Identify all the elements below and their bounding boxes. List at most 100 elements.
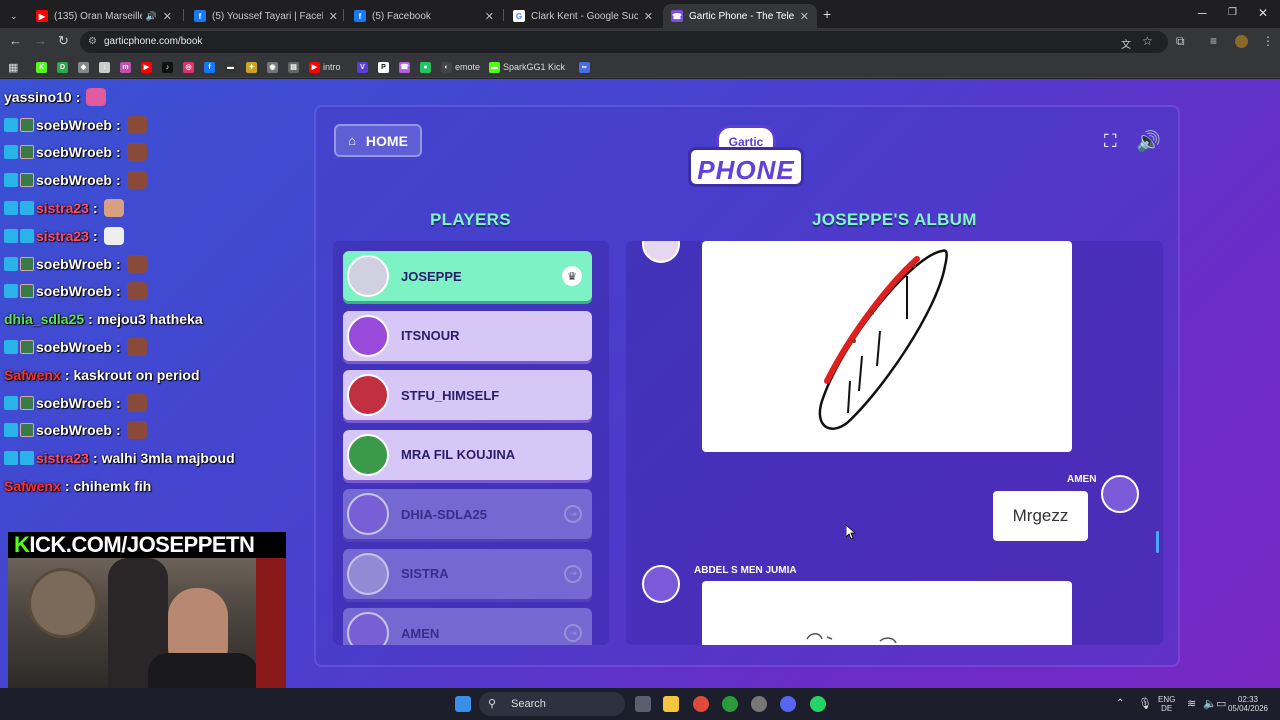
players-list[interactable]: JOSEPPE ♛ ITSNOUR STFU_HIMSELF MRA FIL KOUJI… bbox=[333, 241, 609, 645]
chat-badge-icon bbox=[20, 423, 34, 438]
bookmark-item[interactable]: P bbox=[378, 60, 392, 74]
close-tab-icon[interactable]: ✕ bbox=[329, 10, 338, 23]
restore-icon[interactable]: ❐ bbox=[1228, 7, 1237, 18]
file-explorer-icon[interactable] bbox=[663, 696, 679, 712]
app-icon[interactable] bbox=[751, 696, 767, 712]
player-card[interactable]: JOSEPPE ♛ bbox=[343, 251, 592, 301]
apps-icon[interactable]: ▦ bbox=[8, 60, 18, 74]
bookmark-item[interactable]: ▶ bbox=[141, 60, 155, 74]
chat-separator: : bbox=[115, 422, 121, 439]
bookmark-item[interactable]: ☎ bbox=[399, 60, 413, 74]
chat-username[interactable]: soebWroeb bbox=[36, 256, 112, 272]
bookmark-item[interactable]: ◉ bbox=[267, 60, 281, 74]
close-window-icon[interactable]: ✕ bbox=[1258, 6, 1268, 20]
site-info-icon[interactable]: ⚙ bbox=[88, 31, 97, 53]
wifi-icon[interactable]: ≋ bbox=[1187, 697, 1196, 710]
tab-google[interactable]: G Clark Kent - Google Suche ✕ bbox=[505, 4, 661, 28]
bookmark-item[interactable]: ▶ intro bbox=[309, 60, 341, 74]
battery-icon[interactable]: ▭ bbox=[1216, 697, 1226, 710]
bookmark-star-icon[interactable]: ☆ bbox=[1142, 34, 1153, 48]
player-card[interactable]: STFU_HIMSELF bbox=[343, 370, 592, 420]
bookmark-item[interactable]: V bbox=[357, 60, 371, 74]
close-tab-icon[interactable]: ✕ bbox=[485, 10, 494, 23]
tab-gartic-phone[interactable]: ☎ Gartic Phone - The Telephone G ✕ bbox=[663, 4, 817, 28]
start-icon[interactable] bbox=[455, 696, 471, 712]
new-tab-icon[interactable]: + bbox=[823, 6, 831, 22]
bookmark-item[interactable]: ◎ bbox=[183, 60, 197, 74]
bookmark-item[interactable]: D bbox=[57, 60, 71, 74]
volume-icon[interactable]: 🔊 bbox=[1136, 129, 1161, 154]
close-tab-icon[interactable]: ✕ bbox=[800, 10, 809, 23]
bookmark-item[interactable]: ◆ bbox=[78, 60, 92, 74]
bookmark-item[interactable]: ♪ bbox=[162, 60, 176, 74]
chat-username[interactable]: dhia_sdla25 bbox=[4, 311, 84, 327]
bookmark-item[interactable]: ✦ bbox=[246, 60, 260, 74]
chat-username[interactable]: soebWroeb bbox=[36, 172, 112, 188]
url-field[interactable]: ⚙ garticphone.com/book bbox=[80, 31, 1168, 53]
chat-badge-icon bbox=[20, 173, 34, 188]
tab-facebook-youssef[interactable]: f (5) Youssef Tayari | Facebook ✕ bbox=[186, 4, 346, 28]
home-button[interactable]: ⌂ HOME bbox=[334, 124, 422, 157]
extensions-icon[interactable]: ⧉ bbox=[1176, 34, 1185, 49]
discord-icon[interactable] bbox=[780, 696, 796, 712]
chat-username[interactable]: soebWroeb bbox=[36, 339, 112, 355]
chat-username[interactable]: yassino10 bbox=[4, 89, 72, 105]
chat-username[interactable]: sistra23 bbox=[36, 200, 89, 216]
player-card[interactable]: ITSNOUR bbox=[343, 310, 592, 361]
player-card[interactable]: SISTRA ⇥ bbox=[343, 548, 592, 599]
chat-username[interactable]: soebWroeb bbox=[36, 117, 112, 133]
microphone-icon[interactable]: 🎙 bbox=[1138, 697, 1152, 710]
chat-username[interactable]: soebWroeb bbox=[36, 283, 112, 299]
tray-overflow-icon[interactable]: ⌃ bbox=[1116, 698, 1124, 709]
bookmark-item[interactable]: ▬ SparkGG1 Kick bbox=[489, 60, 565, 74]
taskbar-search[interactable]: ⚲ Search bbox=[479, 692, 625, 716]
chat-message: soebWroeb: bbox=[0, 278, 310, 306]
fullscreen-icon[interactable]: ⛶ bbox=[1104, 131, 1126, 153]
bookmark-icon: ♪ bbox=[162, 61, 173, 73]
chevron-down-icon: ⌄ bbox=[10, 10, 18, 21]
speaker-icon[interactable]: 🔈 bbox=[1203, 697, 1217, 710]
whatsapp-icon[interactable] bbox=[810, 696, 826, 712]
close-tab-icon[interactable]: ✕ bbox=[644, 10, 653, 23]
reload-icon[interactable]: ↻ bbox=[58, 33, 69, 49]
bookmark-item[interactable]: ↓ bbox=[99, 60, 113, 74]
bookmark-item[interactable]: ▤ bbox=[288, 60, 302, 74]
chat-username[interactable]: soebWroeb bbox=[36, 422, 112, 438]
clock[interactable]: 02:33 05/04/2026 bbox=[1226, 695, 1270, 713]
album-scrollbar[interactable] bbox=[1156, 531, 1159, 553]
chat-username[interactable]: soebWroeb bbox=[36, 144, 112, 160]
back-icon[interactable]: ← bbox=[9, 33, 22, 48]
profile-avatar[interactable] bbox=[1235, 35, 1248, 48]
chrome-icon[interactable] bbox=[693, 696, 709, 712]
reading-list-icon[interactable]: ≡ bbox=[1210, 34, 1217, 48]
chat-username[interactable]: Safwenx bbox=[4, 478, 61, 494]
tab-youtube[interactable]: ▶ (135) Oran Marseille - YouTube 🔊 ✕ bbox=[28, 4, 180, 28]
chat-username[interactable]: sistra23 bbox=[36, 450, 89, 466]
minimize-icon[interactable]: ─ bbox=[1198, 6, 1207, 20]
bookmark-item[interactable]: f bbox=[204, 60, 218, 74]
bookmark-item[interactable]: ∞ bbox=[578, 60, 593, 74]
task-view-icon[interactable] bbox=[635, 696, 651, 712]
bookmark-icon: ▶ bbox=[141, 61, 152, 73]
language-indicator[interactable]: ENG DE bbox=[1158, 695, 1175, 713]
player-card[interactable]: AMEN ⇥ bbox=[343, 608, 592, 645]
bookmark-item[interactable]: ◐ emote bbox=[441, 60, 480, 74]
translate-icon[interactable]: 文 bbox=[1121, 36, 1131, 51]
chat-username[interactable]: soebWroeb bbox=[36, 395, 112, 411]
forward-icon[interactable]: → bbox=[34, 33, 47, 48]
bookmark-item[interactable]: ● bbox=[420, 60, 434, 74]
tab-facebook[interactable]: f (5) Facebook ✕ bbox=[346, 4, 502, 28]
chat-username[interactable]: Safwenx bbox=[4, 367, 61, 383]
menu-icon[interactable]: ⋮ bbox=[1262, 34, 1274, 48]
chat-username[interactable]: sistra23 bbox=[36, 228, 89, 244]
bookmark-item[interactable]: m bbox=[120, 60, 134, 74]
bookmark-item[interactable]: K bbox=[36, 60, 50, 74]
album-view[interactable]: AMEN Mrgezz ABDEL S MEN JUMIA bbox=[626, 241, 1163, 645]
tab-list-button[interactable]: ⌄ bbox=[2, 4, 24, 28]
speaker-icon[interactable]: 🔊 bbox=[146, 11, 157, 22]
close-tab-icon[interactable]: ✕ bbox=[163, 10, 172, 23]
bookmark-item[interactable]: ▬ bbox=[225, 60, 239, 74]
xbox-icon[interactable] bbox=[722, 696, 738, 712]
player-card[interactable]: MRA FIL KOUJINA bbox=[343, 429, 592, 480]
player-card[interactable]: DHIA-SDLA25 ⇥ bbox=[343, 489, 592, 539]
